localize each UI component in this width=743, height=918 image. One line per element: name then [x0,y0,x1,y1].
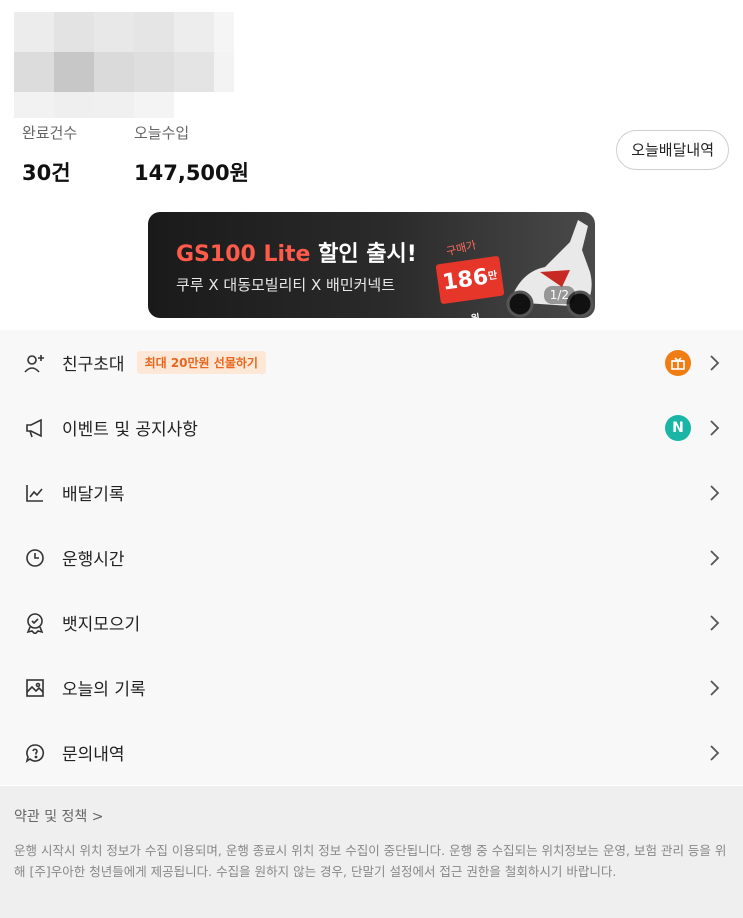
menu-item-invite-friends[interactable]: 친구초대 최대 20만원 선물하기 [0,330,743,395]
menu-item-inquiries[interactable]: 문의내역 [0,720,743,785]
banner-title-rest: 할인 출시! [310,242,417,267]
blurred-profile [14,12,234,120]
income-stat: 오늘수입 147,500원 [134,122,249,187]
banner-page-indicator: 1/2 [543,286,575,304]
gift-icon [665,349,691,376]
price-note: 구매가 [444,238,478,259]
menu-label: 이벤트 및 공지사항 [62,420,198,440]
menu-label: 친구초대 [62,355,125,375]
badge-icon [22,610,48,636]
menu-label: 배달기록 [62,485,125,505]
income-label: 오늘수입 [134,124,190,142]
menu-label: 운행시간 [62,550,125,570]
question-chat-icon [22,740,48,766]
today-delivery-history-button[interactable]: 오늘배달내역 [616,130,729,170]
menu-label: 오늘의 기록 [62,680,146,700]
menu-label: 뱃지모으기 [62,615,141,635]
menu-label: 문의내역 [62,745,125,765]
clock-icon [22,545,48,571]
completed-label: 완료건수 [22,124,78,142]
chevron-right-icon [710,614,720,631]
chevron-right-icon [710,744,720,761]
chevron-right-icon [710,679,720,696]
chevron-right-icon [710,549,720,566]
menu-item-operating-time[interactable]: 운행시간 [0,525,743,590]
chevron-right-icon [710,419,720,436]
image-icon [22,675,48,701]
menu-item-events-notices[interactable]: 이벤트 및 공지사항 N [0,395,743,460]
location-notice: 운행 시작시 위치 정보가 수집 이용되며, 운행 종료시 위치 정보 수집이 … [14,843,727,879]
menu-item-today-record[interactable]: 오늘의 기록 [0,655,743,720]
invite-promo-badge: 최대 20만원 선물하기 [136,351,266,374]
footer: 약관 및 정책 > 운행 시작시 위치 정보가 수집 이용되며, 운행 종료시 … [0,786,743,918]
price-tag: 186만원 [435,255,505,318]
chevron-right-icon [710,354,720,371]
banner-title-accent: GS100 Lite [176,242,311,267]
add-user-icon [22,350,48,376]
chevron-right-icon [710,484,720,501]
new-indicator-badge: N [665,414,691,441]
menu-list: 친구초대 최대 20만원 선물하기 이벤트 및 공지사항 N 배달기록 운행시간… [0,330,743,785]
banner-title: GS100 Lite 할인 출시! [176,236,417,268]
income-value: 147,500원 [134,161,249,185]
banner-subtitle: 쿠루 X 대동모빌리티 X 배민커넥트 [176,276,396,294]
megaphone-icon [22,415,48,441]
completed-value: 30건 [22,161,71,185]
price-value: 186 [440,264,490,296]
menu-item-badge-collection[interactable]: 뱃지모으기 [0,590,743,655]
completed-stat: 완료건수 30건 [22,122,77,187]
menu-item-delivery-records[interactable]: 배달기록 [0,460,743,525]
terms-policy-link[interactable]: 약관 및 정책 > [14,806,729,826]
chart-line-icon [22,480,48,506]
promo-banner[interactable]: GS100 Lite 할인 출시! 쿠루 X 대동모빌리티 X 배민커넥트 구매… [148,212,595,318]
